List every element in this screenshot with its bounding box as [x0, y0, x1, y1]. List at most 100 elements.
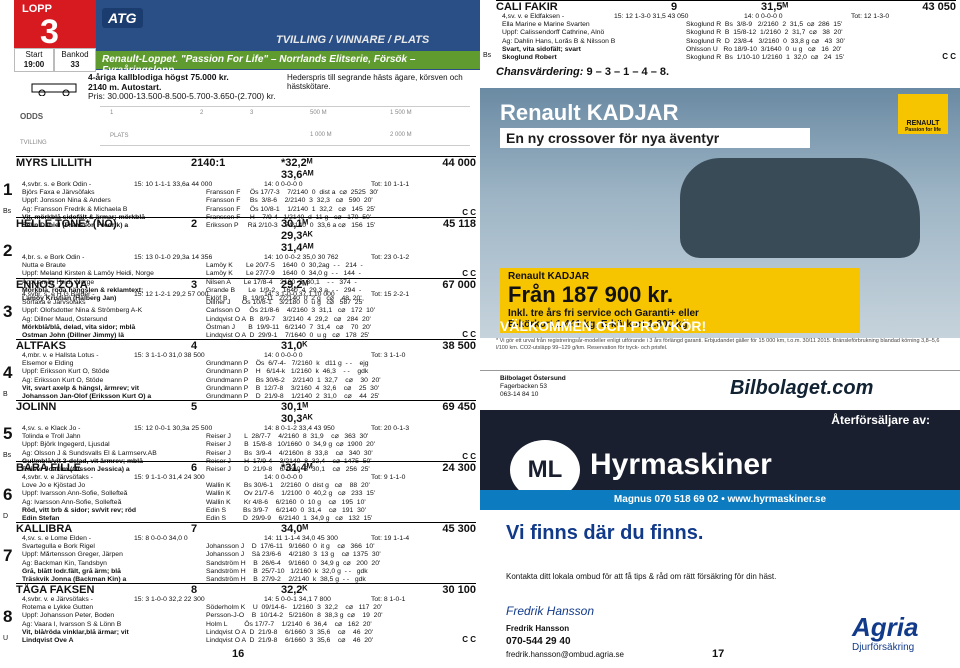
horse-header: ENNOS ZOYA 3 29,2ᴹ 67 000 [16, 278, 476, 291]
horse-header: BARA FILLE 6 *31,4ᴹ 24 300 [16, 461, 476, 474]
result-row: Johansson J D 17/6-11 9/1660 0 it g c⌀ 3… [206, 543, 375, 551]
result-row: Holm L Ös 17/7-7 1/2140 6 36,4 c⌀ 162 20… [206, 620, 372, 628]
horse-info: Sörfaxa e Järvsöfaks [22, 299, 86, 307]
result-row: Reiser J L 28/7-7 4/2160 8 31,9 c⌀ 363 3… [206, 433, 369, 441]
grid-2000: 2 000 M [390, 132, 412, 138]
horse-info: Rotema e Lykke Gutten [22, 604, 94, 612]
result-row: Wallin K Ov 21/7-6 1/2100 0 40,2 g c⌀ 23… [206, 490, 376, 498]
horse-earnings: 43 050 [922, 1, 956, 13]
track-label: D [3, 513, 9, 520]
horse-info: Vit, svart axelp & hängsl, ärmrev; vit [22, 384, 139, 392]
horse-record: 34,0ᴹ [281, 523, 309, 535]
track-label: Bs [3, 208, 12, 215]
pedigree: 4,sv. v. e Eldfaksen - [502, 13, 565, 20]
result-row: Skoglund R Bs 3/8-9 2/2160 2 31,5 c⌀ 286… [686, 21, 843, 29]
horse-info: Nutta e Braute [22, 262, 66, 270]
horse-earnings: 69 450 [442, 401, 476, 413]
horse-info: Uppf: Björk Ingegerd, Ljusdal [22, 441, 110, 449]
pedigree: 4,sv. s. e Klack Jo - [22, 425, 81, 432]
horse-line: Uppf: Calissendorff Cathrine, Alnö Skoglu… [496, 29, 956, 37]
tv-banner: TVILLING / VINNARE / PLATS [276, 34, 430, 46]
result-row: Söderholm K U 09/14-6- 1/2160 3 32,2 c⌀ … [206, 604, 383, 612]
result-row: Grundmann P H 6/14-k 1/2160 k 46,3 - - g… [206, 368, 369, 376]
stats-total: Tot: 15 2-2-1 [371, 291, 410, 298]
result-row: Skoglund R Bs 1/10-10 1/2160 1 32,0 c⌀ 2… [686, 53, 845, 61]
start-number: 2 [3, 241, 13, 260]
result-row: Fransson F Ös 10/8-1 1/2140 1 32,2 c⌀ 14… [206, 205, 376, 213]
pedigree: 4,svbr. v. e Järvsöfaks - [22, 474, 93, 481]
result-row: Carlsson O Ös 21/8-6 4/2160 3 31,1 c⌀ 17… [206, 307, 375, 315]
grid-500: 500 M [310, 110, 327, 116]
cc-marker: C C [462, 208, 476, 217]
result-row: Edin S Bs 3/9-7 6/2140 0 31,4 c⌀ 191 30' [206, 506, 366, 514]
pedigree: 4,mbr. v. e Hallsta Lotus - [22, 352, 99, 359]
horse-line: Svart, vita sidofält; svart Ohlsson U Ro … [496, 46, 956, 54]
agria-signature: Fredrik Hansson [506, 604, 595, 618]
horse-info: Love Jo e Kjöstad Jo [22, 482, 86, 490]
stats-2014: 14: 10 0-0-2 35,0 30 762 [264, 254, 339, 261]
horse-info: Röd, vitt brb & sidor; sv/vit rev; röd [22, 506, 137, 514]
grid-1500: 1 500 M [390, 110, 412, 116]
car-image [680, 158, 920, 258]
result-row: Johansson J Sä 23/6-6 4/2180 3 13 g c⌀ 1… [206, 551, 381, 559]
horse-name: CALI FAKIR [496, 1, 558, 13]
stats-total: Tot: 23 0-1-2 [371, 254, 410, 261]
stats-2014: 14: 0 0-0-0 0 [264, 181, 303, 188]
hyrmaskiner-ad: Återförsäljare av: ML Hyrmaskiner Magnus… [480, 410, 960, 510]
renault-title: Renault KADJAR [500, 100, 679, 125]
grid-2: 2 [200, 110, 204, 116]
horse-distance: 5 [191, 401, 198, 413]
horse-entry: KALLIBRA 7 34,0ᴹ 45 300 4,sv. s. e Lome Elde… [3, 522, 476, 584]
stats-2015: 15: 12 1-3-0 31,5 43 050 [614, 13, 689, 20]
horse-distance: 2140:1 [191, 157, 226, 169]
horse-line: Elsemor e Elding Grundmann P Ös 6/7-4- 7/… [16, 360, 476, 368]
result-row: Skoglund R B 15/8-12 1/2160 2 31,7 c⌀ 38… [686, 29, 843, 37]
horse-pedigree-line: 4,sv. s. e Lome Elden - 15: 8 0-0-0 34,0 … [16, 535, 476, 543]
bankod-value: 33 [70, 60, 80, 69]
horse-line: Uppf: Björk Ingegerd, Ljusdal Reiser J B … [16, 441, 476, 449]
agria-headline: Vi finns där du finns. [506, 522, 704, 544]
pedigree: 4,svbr. s. e H.G.Balder - [22, 291, 95, 298]
start-time: 19:00 [23, 60, 45, 69]
horse-line: Äg: Fransson Fredrik & Michaela B Fransso… [16, 206, 476, 214]
horse-line: Svartegulla e Bork Rigel Johansson J D 17… [16, 543, 476, 551]
stats-2014: 14: 5 0-0-1 34,1 7 800 [264, 596, 331, 603]
renault-logo: RENAULT Passion for life [898, 94, 948, 134]
result-row: Sandström H B 26/6-4 9/1660 0 34,9 g c⌀ … [206, 559, 381, 567]
horse-info: Äg: Ivarsson Ann-Sofie, Sollefteå [22, 498, 122, 506]
horse-info: Äg: Eriksson Kurt O, Stöde [22, 376, 104, 384]
result-row: Fransson F Bs 3/8-6 2/2140 3 32,3 c⌀ 590… [206, 197, 373, 205]
stats-total: Tot: 10 1-1-1 [371, 181, 410, 188]
stats-2015: 15: 3 1-1-0 31,0 38 500 [134, 352, 205, 359]
start-label: Start [25, 50, 43, 59]
horse-name: JOLINN [16, 401, 57, 413]
cc-marker: C C [462, 330, 476, 339]
atg-logo: ATG [102, 8, 143, 28]
agria-ad: Vi finns där du finns. Kontakta ditt lok… [480, 510, 960, 668]
horse-line: Uppf: Eriksson Kurt O, Stöde Grundmann P … [16, 368, 476, 376]
horse-earnings: 44 000 [442, 157, 476, 169]
ranking-value: 9 – 3 – 1 – 4 – 8. [586, 66, 670, 78]
horse-line: Tolinda e Troll Jahn Reiser J L 28/7-7 4/… [16, 433, 476, 441]
horse-info: Ella Marine e Marine Svarten [502, 21, 590, 29]
horse-info: Äg: Olsson J & Sundsvalls El & Larmserv.… [22, 449, 157, 457]
horse-info: Björs Faxa e Järvsöfaks [22, 189, 95, 197]
horse-info: Äg: Vaara I, Ivarsson S & Lönn B [22, 620, 122, 628]
horse-info: Lindqvist Ove A [22, 636, 74, 644]
horse-info: Uppf: Mårtensson Greger, Järpen [22, 551, 123, 559]
cc-marker: C C [462, 635, 476, 644]
tvilling-label: TVILLING [20, 140, 47, 146]
cc-marker: C C [462, 269, 476, 278]
horse-name: BARA FILLE [16, 462, 81, 474]
bil-addr: Fagerbacken 53 [500, 383, 547, 390]
info-line-3: Pris: 30.000-13.500-8.500-5.700-3.650-(2… [88, 91, 276, 101]
start-number: 6 [3, 485, 13, 504]
horse-header: TÅGA FAKSEN 8 32,2ᴷ 30 100 [16, 583, 476, 596]
horse-header: JOLINN 5 30,1ᴹ 30,3ᴬᴷ 69 450 [16, 400, 476, 425]
track-label: Bs [3, 452, 12, 459]
agria-phone: 070-544 29 40 [506, 636, 571, 647]
start-number: 5 [3, 424, 13, 443]
horse-line: Vit, svart axelp & hängsl, ärmrev; vit Gr… [16, 385, 476, 393]
horse-info: Äg: Fransson Fredrik & Michaela B [22, 205, 128, 213]
horse-record: 30,1ᴹ 29,3ᴬᴷ 31,4ᴬᴹ [281, 218, 314, 254]
